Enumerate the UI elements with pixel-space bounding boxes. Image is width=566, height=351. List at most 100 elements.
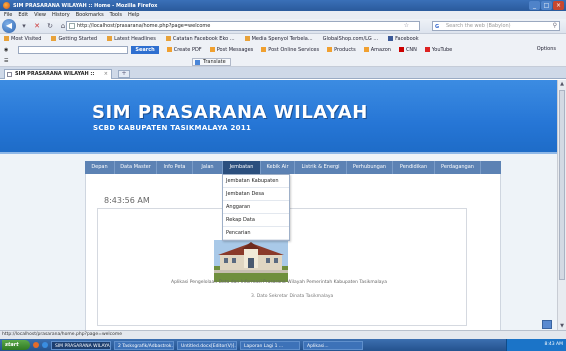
- dropdown-item-pencarian[interactable]: Pencarian: [223, 227, 289, 240]
- menu-view[interactable]: View: [34, 12, 46, 18]
- addon-toolbar: ◉ Search Create PDF Post Messages Post O…: [0, 44, 566, 56]
- rss-icon: [107, 36, 113, 41]
- office-building-image: [214, 240, 288, 282]
- dropdown-item-jembatan-desa[interactable]: Jembatan Desa: [223, 188, 289, 201]
- services-icon: [261, 47, 267, 52]
- bookmark-label: Getting Started: [58, 36, 98, 42]
- nav-info-peta[interactable]: Info Peta: [157, 161, 193, 174]
- bookmark-catatan-facebook[interactable]: Catatan Facebook Eko ...: [165, 36, 235, 42]
- tab-home[interactable]: SIM PRASARANA WILAYAH :: Home ×: [4, 69, 112, 86]
- close-tab-icon[interactable]: ×: [104, 70, 108, 79]
- site-subtitle: SCBD KABUPATEN TASIKMALAYA 2011: [93, 124, 252, 132]
- new-tab-button[interactable]: +: [118, 70, 130, 78]
- bookmark-media-spenyol[interactable]: Media Spenyol Terbela...: [244, 36, 313, 42]
- menu-bookmarks[interactable]: Bookmarks: [76, 12, 104, 18]
- search-icon[interactable]: ⚲: [553, 22, 557, 30]
- youtube-icon: [424, 47, 430, 52]
- post-messages-button[interactable]: Post Messages: [209, 47, 253, 53]
- stop-icon[interactable]: ✕: [32, 21, 42, 31]
- post-online-services-button[interactable]: Post Online Services: [261, 47, 319, 53]
- youtube-button[interactable]: YouTube: [424, 47, 453, 53]
- nav-jembatan[interactable]: Jembatan: [223, 161, 261, 174]
- products-icon: [327, 47, 333, 52]
- taskbar-item-5[interactable]: Aplikasi...: [303, 340, 363, 350]
- translate-toolbar: ☰ Translate: [0, 56, 566, 67]
- url-bar[interactable]: http://localhost/prasarana/home.php?page…: [66, 21, 420, 31]
- firefox-icon: [3, 2, 10, 9]
- toolbar-menu-icon[interactable]: ☰: [4, 58, 8, 64]
- site-title: SIM PRASARANA WILAYAH: [92, 102, 368, 123]
- translate-button[interactable]: Translate: [192, 58, 231, 66]
- bookmark-label: Catatan Facebook Eko ...: [172, 36, 235, 42]
- reload-icon[interactable]: ↻: [45, 21, 55, 31]
- feedback-button[interactable]: [542, 320, 552, 329]
- toolbar-search-button[interactable]: Search: [131, 46, 159, 54]
- taskbar-item-2[interactable]: 2 Tasksgrafik/Adbastrok...: [114, 340, 174, 350]
- nav-listrik-energi[interactable]: Listrik & Energi: [295, 161, 347, 174]
- menu-file[interactable]: File: [4, 12, 12, 18]
- menu-edit[interactable]: Edit: [18, 12, 28, 18]
- back-button[interactable]: ◀: [2, 19, 16, 33]
- quicklaunch-firefox-icon[interactable]: [33, 342, 39, 348]
- start-button[interactable]: start: [2, 340, 30, 350]
- url-text: http://localhost/prasarana/home.php?page…: [77, 23, 211, 29]
- nav-data-master[interactable]: Data Master: [115, 161, 157, 174]
- nav-pendidikan[interactable]: Pendidikan: [393, 161, 435, 174]
- page-viewport: SIM PRASARANA WILAYAH SCBD KABUPATEN TAS…: [0, 80, 557, 330]
- taskbar-item-4[interactable]: Laporan Lagi 1 ...: [240, 340, 300, 350]
- window-controls: _ □ ×: [529, 1, 564, 10]
- toolbar-search-input[interactable]: [18, 46, 129, 54]
- bookmark-star-icon[interactable]: ☆: [404, 22, 409, 30]
- toolbar-item-label: CNN: [405, 47, 417, 53]
- cnn-button[interactable]: CNN: [398, 47, 417, 53]
- bookmark-latest-headlines[interactable]: Latest Headlines: [107, 36, 156, 42]
- minimize-button[interactable]: _: [529, 1, 540, 10]
- scroll-up-icon[interactable]: ▲: [558, 80, 566, 88]
- bookmark-label: Latest Headlines: [114, 36, 156, 42]
- taskbar-item-firefox[interactable]: SIM PRASARANA WILAYAH...: [51, 340, 111, 350]
- quicklaunch-ie-icon[interactable]: [42, 342, 48, 348]
- dropdown-item-anggaran[interactable]: Anggaran: [223, 201, 289, 214]
- menu-bar: File Edit View History Bookmarks Tools H…: [0, 11, 566, 19]
- windows-taskbar: start SIM PRASARANA WILAYAH... 2 Tasksgr…: [0, 339, 566, 351]
- toolbar-item-label: YouTube: [431, 47, 453, 53]
- bookmark-label: Most Visited: [11, 36, 42, 42]
- search-engine-icon[interactable]: G: [435, 23, 439, 31]
- window-title: SIM PRASARANA WILAYAH :: Home - Mozilla …: [13, 2, 158, 9]
- tab-favicon: [7, 72, 12, 77]
- translate-label: Translate: [203, 59, 226, 65]
- products-button[interactable]: Products: [327, 47, 356, 53]
- menu-history[interactable]: History: [52, 12, 70, 18]
- nav-perdagangan[interactable]: Perdagangan: [435, 161, 481, 174]
- menu-tools[interactable]: Tools: [110, 12, 122, 18]
- nav-jalan[interactable]: Jalan: [193, 161, 223, 174]
- nav-kebik-air[interactable]: Kebik Air: [261, 161, 295, 174]
- bookmark-facebook[interactable]: Facebook: [388, 36, 419, 42]
- toolbar-item-label: Amazon: [370, 47, 391, 53]
- vertical-scrollbar[interactable]: ▲ ▼: [557, 80, 566, 330]
- bookmark-globalshop[interactable]: GlobalShop.com/LG ...: [323, 36, 379, 42]
- search-placeholder: Search the web (Babylon): [446, 23, 511, 29]
- forward-dropdown-icon[interactable]: ▾: [19, 21, 29, 31]
- options-button[interactable]: Options: [537, 46, 556, 52]
- maximize-button[interactable]: □: [541, 1, 552, 10]
- pdf-icon: [166, 47, 172, 52]
- nav-depan[interactable]: Depan: [85, 161, 115, 174]
- banner-divider: [0, 152, 557, 154]
- create-pdf-button[interactable]: Create PDF: [166, 47, 202, 53]
- footer-description: Aplikasi Pengelolaan Data dan Informasi …: [171, 280, 387, 285]
- amazon-button[interactable]: Amazon: [363, 47, 391, 53]
- menu-help[interactable]: Help: [128, 12, 139, 18]
- bookmark-label: Facebook: [395, 36, 419, 42]
- close-button[interactable]: ×: [553, 1, 564, 10]
- jembatan-dropdown: Jembatan Kabupaten Jembatan Desa Anggara…: [222, 174, 290, 241]
- dropdown-item-jembatan-kabupaten[interactable]: Jembatan Kabupaten: [223, 175, 289, 188]
- nav-perhubungan[interactable]: Perhubungan: [347, 161, 393, 174]
- web-search-box[interactable]: G Search the web (Babylon) ⚲: [432, 21, 560, 31]
- scroll-down-icon[interactable]: ▼: [558, 322, 566, 330]
- bookmark-getting-started[interactable]: Getting Started: [51, 36, 97, 42]
- dropdown-item-rekap-data[interactable]: Rekap Data: [223, 214, 289, 227]
- taskbar-item-3[interactable]: Untitled.docx[Editor(V)]...: [177, 340, 237, 350]
- bookmark-most-visited[interactable]: Most Visited: [4, 36, 41, 42]
- scroll-thumb[interactable]: [559, 90, 565, 280]
